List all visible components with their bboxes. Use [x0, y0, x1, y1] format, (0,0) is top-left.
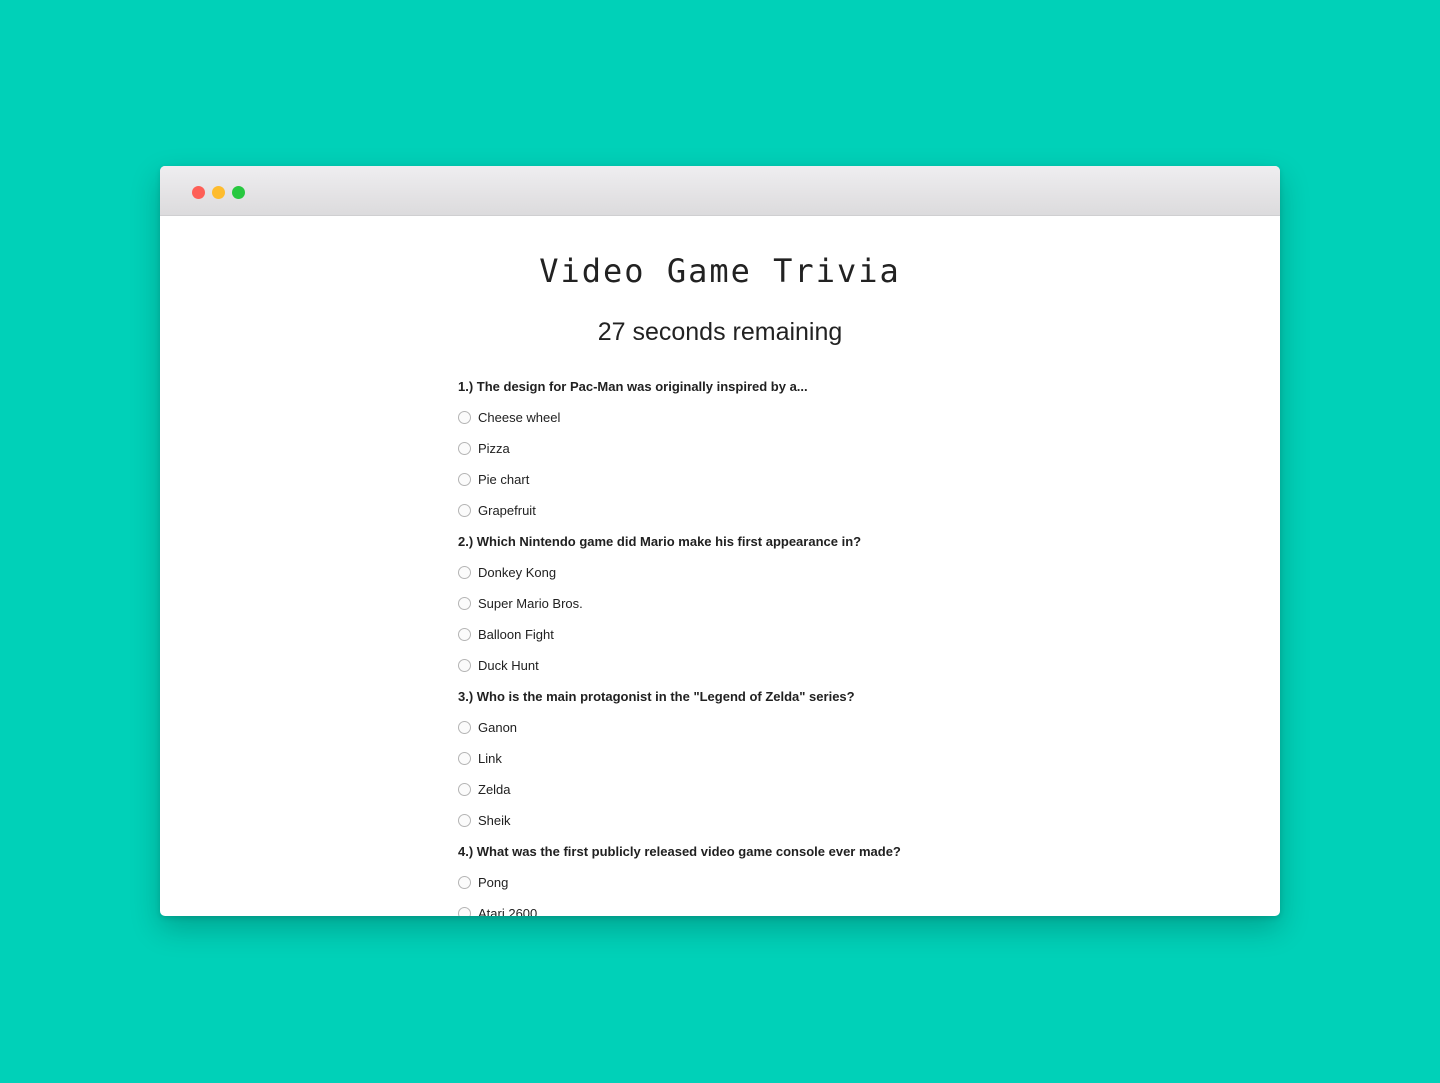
q2-option-duck-hunt[interactable]: Duck Hunt [458, 650, 1018, 681]
window-titlebar [160, 166, 1280, 216]
q3-option-sheik[interactable]: Sheik [458, 805, 1018, 836]
radio-button[interactable] [458, 783, 471, 796]
q1-option-pie-chart[interactable]: Pie chart [458, 464, 1018, 495]
radio-button[interactable] [458, 566, 471, 579]
option-label: Duck Hunt [478, 658, 539, 673]
question-3-text: 3.) Who is the main protagonist in the "… [458, 689, 855, 704]
option-label: Super Mario Bros. [478, 596, 583, 611]
browser-window: Video Game Trivia 27 seconds remaining 1… [160, 166, 1280, 916]
option-label: Balloon Fight [478, 627, 554, 642]
radio-button[interactable] [458, 628, 471, 641]
radio-button[interactable] [458, 752, 471, 765]
countdown-timer: 27 seconds remaining [597, 318, 843, 346]
minimize-window-button[interactable] [212, 186, 225, 199]
option-label: Ganon [478, 720, 518, 735]
radio-button[interactable] [458, 597, 471, 610]
option-label: Cheese wheel [478, 410, 561, 425]
radio-button[interactable] [458, 411, 471, 424]
question-2-text: 2.) Which Nintendo game did Mario make h… [458, 534, 862, 549]
option-label: Zelda [478, 782, 511, 797]
q3-option-ganon[interactable]: Ganon [458, 712, 1018, 743]
radio-button[interactable] [458, 907, 471, 916]
option-label: Link [478, 751, 502, 766]
page-content: Video Game Trivia 27 seconds remaining 1… [160, 216, 1280, 916]
radio-button[interactable] [458, 659, 471, 672]
radio-button[interactable] [458, 721, 471, 734]
question-1-text: 1.) The design for Pac-Man was originall… [458, 379, 808, 394]
q1-option-grapefruit[interactable]: Grapefruit [458, 495, 1018, 526]
option-label: Pie chart [478, 472, 530, 487]
question-4-text: 4.) What was the first publicly released… [458, 844, 901, 859]
radio-button[interactable] [458, 473, 471, 486]
q3-option-zelda[interactable]: Zelda [458, 774, 1018, 805]
radio-button[interactable] [458, 504, 471, 517]
q2-option-donkey-kong[interactable]: Donkey Kong [458, 557, 1018, 588]
quiz-form: 1.) The design for Pac-Man was originall… [458, 371, 1018, 916]
q4-option-atari-2600[interactable]: Atari 2600 [458, 898, 1018, 916]
option-label: Atari 2600 [478, 906, 538, 916]
q2-option-super-mario-bros[interactable]: Super Mario Bros. [458, 588, 1018, 619]
q1-option-pizza[interactable]: Pizza [458, 433, 1018, 464]
radio-button[interactable] [458, 814, 471, 827]
close-window-button[interactable] [192, 186, 205, 199]
q4-option-pong[interactable]: Pong [458, 867, 1018, 898]
maximize-window-button[interactable] [232, 186, 245, 199]
option-label: Pizza [478, 441, 510, 456]
option-label: Grapefruit [478, 503, 536, 518]
q3-option-link[interactable]: Link [458, 743, 1018, 774]
q2-option-balloon-fight[interactable]: Balloon Fight [458, 619, 1018, 650]
radio-button[interactable] [458, 876, 471, 889]
q1-option-cheese-wheel[interactable]: Cheese wheel [458, 402, 1018, 433]
option-label: Pong [478, 875, 509, 890]
page-title: Video Game Trivia [539, 252, 901, 290]
radio-button[interactable] [458, 442, 471, 455]
option-label: Donkey Kong [478, 565, 557, 580]
option-label: Sheik [478, 813, 511, 828]
